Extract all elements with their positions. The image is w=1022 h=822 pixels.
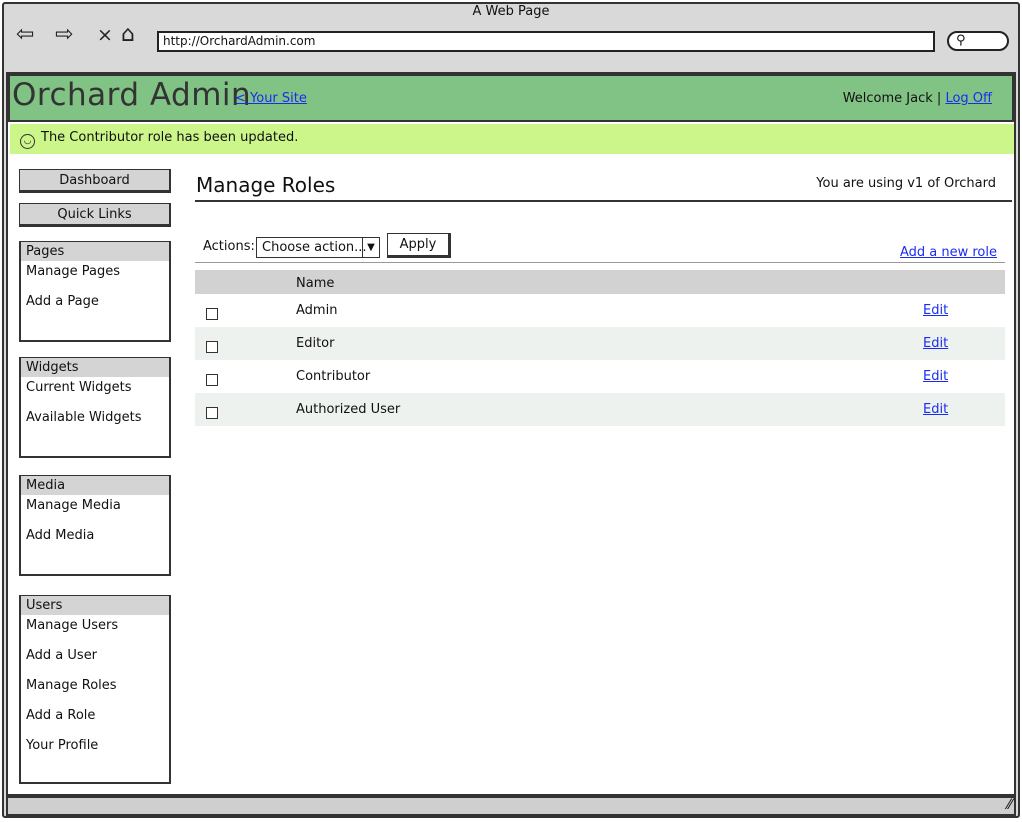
home-icon[interactable]: ⌂ — [121, 22, 135, 48]
sidebar-item-manage-pages[interactable]: Manage Pages — [21, 261, 169, 291]
edit-link[interactable]: Edit — [923, 336, 948, 351]
notice-text: The Contributor role has been updated. — [41, 130, 299, 145]
table-row: Admin Edit — [195, 294, 1005, 327]
row-checkbox[interactable] — [206, 407, 218, 419]
name-column-header: Name — [296, 276, 335, 291]
sidebar-section-title: Pages — [21, 242, 169, 261]
title-divider — [195, 200, 1012, 202]
apply-button[interactable]: Apply — [387, 233, 451, 258]
edit-link[interactable]: Edit — [923, 402, 948, 417]
chevron-down-icon[interactable]: ▼ — [362, 238, 379, 257]
dashboard-button[interactable]: Dashboard — [19, 169, 171, 193]
resize-grip-icon[interactable]: ⁄⁄ — [1007, 797, 1012, 813]
sidebar-section-title: Users — [21, 596, 169, 615]
address-bar[interactable]: http://OrchardAdmin.com — [157, 31, 935, 52]
sidebar-item-available-widgets[interactable]: Available Widgets — [21, 407, 169, 437]
search-icon: ⚲ — [956, 33, 966, 48]
bulk-action-select[interactable]: Choose action... ▼ — [256, 237, 380, 258]
smiley-icon: ◡ — [20, 134, 35, 149]
back-arrow-icon[interactable]: ⇦ — [16, 22, 34, 48]
sidebar-item-your-profile[interactable]: Your Profile — [21, 735, 169, 765]
sidebar-item-manage-media[interactable]: Manage Media — [21, 495, 169, 525]
sidebar-item-manage-users[interactable]: Manage Users — [21, 615, 169, 645]
your-site-link[interactable]: < Your Site — [235, 91, 307, 106]
sidebar-section-pages: Pages Manage Pages Add a Page — [19, 241, 171, 342]
row-checkbox[interactable] — [206, 341, 218, 353]
table-row: Editor Edit — [195, 327, 1005, 360]
quick-links-button[interactable]: Quick Links — [19, 203, 171, 227]
table-row: Authorized User Edit — [195, 393, 1005, 426]
sidebar-item-add-page[interactable]: Add a Page — [21, 291, 169, 321]
add-new-role-link[interactable]: Add a new role — [900, 245, 997, 260]
sidebar-section-title: Widgets — [21, 358, 169, 377]
row-checkbox[interactable] — [206, 308, 218, 320]
logoff-link[interactable]: Log Off — [945, 91, 992, 106]
window-title: A Web Page — [472, 4, 550, 19]
sidebar-section-media: Media Manage Media Add Media — [19, 475, 171, 576]
sidebar-section-widgets: Widgets Current Widgets Available Widget… — [19, 357, 171, 458]
sidebar-item-add-user[interactable]: Add a User — [21, 645, 169, 675]
roles-table: Name Admin Edit Editor Edit Contributor … — [195, 270, 1005, 426]
browser-search-box[interactable]: ⚲ — [947, 31, 1009, 51]
welcome-text: Welcome Jack — [842, 91, 933, 106]
bulk-action-value: Choose action... — [262, 240, 367, 255]
actions-label: Actions: — [203, 239, 255, 254]
forward-arrow-icon[interactable]: ⇨ — [55, 22, 73, 48]
sidebar-section-users: Users Manage Users Add a User Manage Rol… — [19, 595, 171, 784]
sidebar-item-add-role[interactable]: Add a Role — [21, 705, 169, 735]
role-name: Editor — [296, 336, 335, 351]
notice-bar: ◡ The Contributor role has been updated. — [10, 124, 1014, 154]
table-header: Name — [195, 270, 1005, 294]
role-name: Admin — [296, 303, 338, 318]
sidebar-item-current-widgets[interactable]: Current Widgets — [21, 377, 169, 407]
separator: | — [936, 91, 942, 106]
version-note: You are using v1 of Orchard — [816, 176, 996, 191]
role-name: Contributor — [296, 369, 371, 384]
app-title: Orchard Admin — [12, 77, 252, 113]
table-row: Contributor Edit — [195, 360, 1005, 393]
browser-status-bar — [6, 796, 1016, 816]
stop-icon[interactable]: × — [97, 22, 113, 48]
user-welcome: Welcome Jack | Log Off — [843, 91, 992, 106]
edit-link[interactable]: Edit — [923, 369, 948, 384]
edit-link[interactable]: Edit — [923, 303, 948, 318]
page-title: Manage Roles — [196, 173, 336, 197]
sidebar-item-add-media[interactable]: Add Media — [21, 525, 169, 555]
row-checkbox[interactable] — [206, 374, 218, 386]
table-divider — [195, 262, 1005, 263]
sidebar-item-manage-roles[interactable]: Manage Roles — [21, 675, 169, 705]
role-name: Authorized User — [296, 402, 401, 417]
sidebar-section-title: Media — [21, 476, 169, 495]
